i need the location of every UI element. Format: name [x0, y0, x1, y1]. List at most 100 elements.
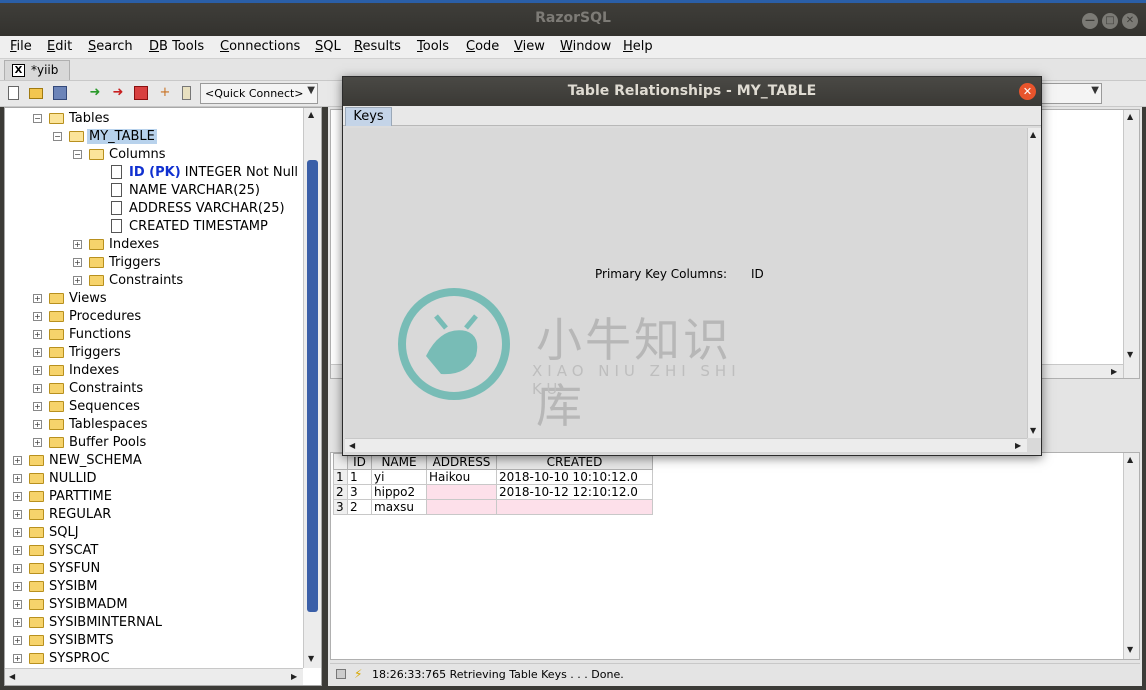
- expand-icon[interactable]: +: [13, 474, 22, 483]
- tree-vertical-scrollbar[interactable]: ▲ ▼: [303, 108, 321, 668]
- cell-name[interactable]: yi: [371, 469, 427, 485]
- new-file-icon[interactable]: [8, 86, 19, 100]
- minimize-button[interactable]: —: [1082, 13, 1098, 29]
- table-row[interactable]: 3 2 maxsu: [333, 499, 653, 515]
- scroll-up-icon[interactable]: ▲: [1127, 112, 1133, 121]
- quick-connect-select[interactable]: <Quick Connect> ▼: [200, 83, 318, 104]
- stop-icon[interactable]: [134, 86, 148, 100]
- toolbar-right-select[interactable]: ▼: [1040, 83, 1102, 104]
- expand-icon[interactable]: +: [13, 528, 22, 537]
- expand-icon[interactable]: +: [13, 456, 22, 465]
- dialog-close-button[interactable]: ✕: [1019, 83, 1036, 100]
- expand-icon[interactable]: +: [33, 294, 42, 303]
- scroll-left-icon[interactable]: ◀: [9, 672, 15, 681]
- cell-id[interactable]: 1: [347, 469, 372, 485]
- menu-window[interactable]: Window: [560, 39, 611, 54]
- expand-icon[interactable]: +: [33, 438, 42, 447]
- editor-vertical-scrollbar[interactable]: ▲ ▼: [1123, 110, 1139, 378]
- scroll-down-icon[interactable]: ▼: [1127, 350, 1133, 359]
- folder-icon: [29, 491, 44, 502]
- expand-icon[interactable]: +: [33, 384, 42, 393]
- disconnect-icon[interactable]: ➜: [111, 86, 125, 100]
- collapse-icon[interactable]: −: [53, 132, 62, 141]
- dialog-titlebar[interactable]: Table Relationships - MY_TABLE ✕: [343, 77, 1041, 106]
- menu-file[interactable]: File: [10, 39, 32, 54]
- status-toggle-icon[interactable]: [336, 669, 346, 679]
- expand-icon[interactable]: +: [13, 546, 22, 555]
- column-icon: [111, 183, 122, 197]
- menu-search[interactable]: Search: [88, 39, 133, 54]
- scroll-right-icon[interactable]: ▶: [1111, 367, 1117, 376]
- results-vertical-scrollbar[interactable]: ▲ ▼: [1123, 453, 1139, 659]
- save-icon[interactable]: [53, 86, 67, 100]
- expand-icon[interactable]: +: [33, 420, 42, 429]
- menu-sql[interactable]: SQL: [315, 39, 341, 54]
- add-connection-icon[interactable]: +: [158, 86, 172, 100]
- cell-address[interactable]: [426, 499, 497, 515]
- cell-name[interactable]: maxsu: [371, 499, 427, 515]
- cell-address[interactable]: [426, 484, 497, 500]
- menu-view[interactable]: View: [514, 39, 545, 54]
- table-row[interactable]: 1 1 yi Haikou 2018-10-10 10:10:12.0: [333, 469, 653, 485]
- menu-db-tools[interactable]: DB Tools: [149, 39, 204, 54]
- cell-created[interactable]: [496, 499, 653, 515]
- close-tab-icon[interactable]: X: [12, 64, 25, 77]
- menu-connections[interactable]: Connections: [220, 39, 300, 54]
- dialog-vertical-scrollbar[interactable]: ▲ ▼: [1027, 128, 1041, 438]
- expand-icon[interactable]: +: [73, 240, 82, 249]
- tree-horizontal-scrollbar[interactable]: ◀ ▶: [5, 668, 303, 685]
- scroll-right-icon[interactable]: ▶: [1015, 441, 1021, 450]
- collapse-icon[interactable]: −: [33, 114, 42, 123]
- column-icon: [111, 201, 122, 215]
- scroll-down-icon[interactable]: ▼: [1127, 645, 1133, 654]
- menu-tools[interactable]: Tools: [417, 39, 449, 54]
- scroll-up-icon[interactable]: ▲: [1127, 455, 1133, 464]
- cell-created[interactable]: 2018-10-10 10:10:12.0: [496, 469, 653, 485]
- cell-created[interactable]: 2018-10-12 12:10:12.0: [496, 484, 653, 500]
- open-folder-icon[interactable]: [29, 88, 43, 99]
- cell-name[interactable]: hippo2: [371, 484, 427, 500]
- expand-icon[interactable]: +: [13, 510, 22, 519]
- tab-keys[interactable]: Keys: [345, 107, 392, 126]
- column-icon: [111, 165, 122, 179]
- menu-edit[interactable]: Edit: [47, 39, 72, 54]
- close-window-button[interactable]: ✕: [1122, 13, 1138, 29]
- expand-icon[interactable]: +: [73, 258, 82, 267]
- menu-help[interactable]: Help: [623, 39, 653, 54]
- results-grid: ID NAME ADDRESS CREATED 1 1 yi Haikou 20…: [330, 452, 1140, 660]
- cell-id[interactable]: 2: [347, 499, 372, 515]
- scroll-up-icon[interactable]: ▲: [308, 110, 314, 119]
- dialog-horizontal-scrollbar[interactable]: ◀ ▶: [345, 438, 1027, 452]
- expand-icon[interactable]: +: [33, 402, 42, 411]
- menu-code[interactable]: Code: [466, 39, 499, 54]
- maximize-button[interactable]: □: [1102, 13, 1118, 29]
- expand-icon[interactable]: +: [13, 600, 22, 609]
- expand-icon[interactable]: +: [13, 618, 22, 627]
- scroll-left-icon[interactable]: ◀: [349, 441, 355, 450]
- cell-id[interactable]: 3: [347, 484, 372, 500]
- expand-icon[interactable]: +: [13, 654, 22, 663]
- scroll-right-icon[interactable]: ▶: [291, 672, 297, 681]
- table-row[interactable]: 2 3 hippo2 2018-10-12 12:10:12.0: [333, 484, 653, 500]
- expand-icon[interactable]: +: [73, 276, 82, 285]
- status-bar: ⚡ 18:26:33:765 Retrieving Table Keys . .…: [330, 663, 1140, 685]
- connect-icon[interactable]: ➜: [88, 86, 102, 100]
- expand-icon[interactable]: +: [33, 312, 42, 321]
- scroll-down-icon[interactable]: ▼: [308, 654, 314, 663]
- expand-icon[interactable]: +: [13, 492, 22, 501]
- expand-icon[interactable]: +: [13, 636, 22, 645]
- connection-tab[interactable]: X *yiib: [4, 60, 70, 80]
- cell-address[interactable]: Haikou: [426, 469, 497, 485]
- clipboard-icon[interactable]: [182, 86, 191, 100]
- expand-icon[interactable]: +: [33, 348, 42, 357]
- expand-icon[interactable]: +: [13, 564, 22, 573]
- folder-icon: [49, 419, 64, 430]
- scroll-up-icon[interactable]: ▲: [1030, 130, 1036, 139]
- expand-icon[interactable]: +: [33, 330, 42, 339]
- expand-icon[interactable]: +: [13, 582, 22, 591]
- collapse-icon[interactable]: −: [73, 150, 82, 159]
- scroll-down-icon[interactable]: ▼: [1030, 426, 1036, 435]
- tree-scroll-thumb[interactable]: [307, 160, 318, 612]
- expand-icon[interactable]: +: [33, 366, 42, 375]
- menu-results[interactable]: Results: [354, 39, 401, 54]
